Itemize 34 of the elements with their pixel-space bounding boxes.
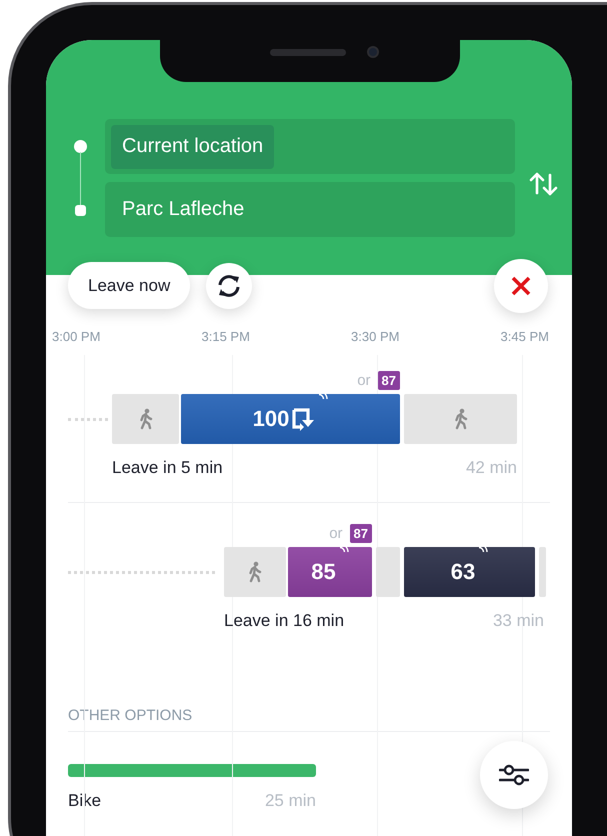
walking-person-icon	[452, 408, 468, 430]
field-value: Parc Lafleche	[121, 197, 246, 222]
route-number: 63	[450, 559, 476, 585]
route-number: 85	[311, 559, 336, 585]
swap-icon[interactable]	[529, 171, 559, 197]
time-tick: 3:00 PM	[52, 329, 100, 344]
option-duration: 25 min	[264, 791, 316, 811]
alternative-text: or	[329, 524, 343, 542]
alternative-text: or	[357, 372, 371, 388]
route-number: 100	[252, 406, 290, 432]
option-label: Bike	[68, 791, 102, 811]
sliders-icon	[499, 764, 529, 786]
field-value: Current location	[111, 124, 274, 168]
route-line-icon	[74, 140, 87, 216]
departure-label: Leave in 5 min	[112, 458, 223, 478]
leave-now-button[interactable]: Leave now	[68, 262, 190, 309]
refresh-icon	[216, 272, 242, 298]
time-tick: 3:15 PM	[202, 329, 250, 344]
transfer-segment	[539, 547, 546, 597]
reroute-icon	[291, 407, 316, 431]
location-field[interactable]: Current location	[105, 119, 515, 174]
route-badge: 87	[378, 370, 400, 390]
time-tick: 3:45 PM	[500, 329, 549, 344]
walking-person-icon	[138, 408, 154, 430]
waiting-dotted-line	[68, 418, 108, 420]
trip-duration: 42 min	[466, 458, 517, 478]
trip-duration: 33 min	[492, 611, 544, 631]
time-tick: 3:30 PM	[351, 329, 400, 344]
departure-label: Leave in 16 min	[224, 611, 344, 631]
walking-person-icon	[247, 561, 263, 583]
route-badge: 87	[350, 524, 372, 542]
location-field[interactable]: Parc Lafleche	[105, 182, 515, 237]
close-icon	[511, 276, 531, 296]
transfer-segment	[376, 547, 400, 597]
